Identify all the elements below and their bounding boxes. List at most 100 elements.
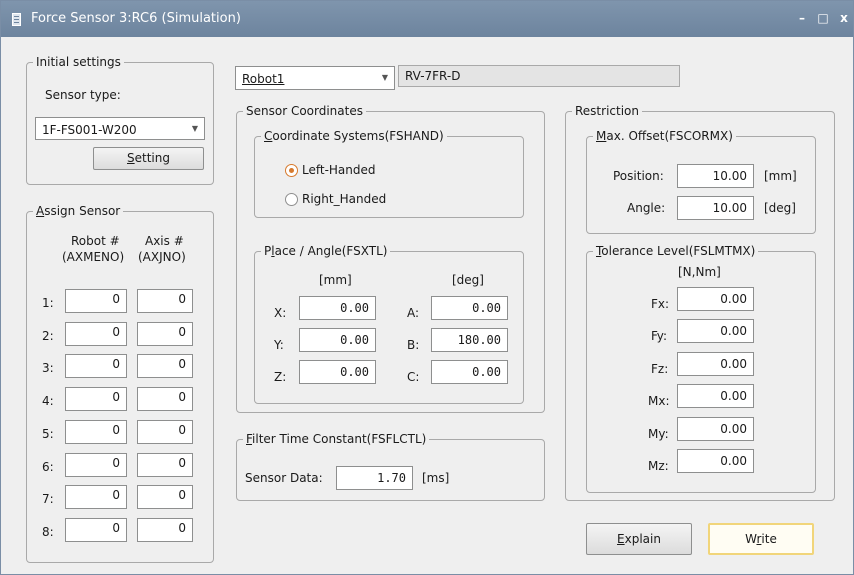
c-input[interactable]: 0.00 [431,360,508,384]
coordinate-systems-legend: Coordinate Systems(FSHAND) [264,129,444,143]
explain-label: xplain [624,532,661,546]
robot-select-value: Robot1 [242,72,285,86]
z-label: Z: [274,370,287,384]
tolerance-unit: [N,Nm] [678,265,721,279]
sensor-coordinates-legend: Sensor Coordinates [246,104,363,118]
sensor-data-unit: [ms] [422,471,450,485]
c-label: C: [407,370,420,384]
robot-number-input[interactable]: 0 [65,485,127,510]
chevron-down-icon: ▼ [191,124,198,133]
maximize-button[interactable]: □ [814,9,832,27]
assign-sensor-legend: Assign Sensor [36,204,121,218]
force-sensor-window: Force Sensor 3:RC6 (Simulation) – □ x In… [0,0,854,575]
place-unit-mm: [mm] [319,273,352,287]
restriction-legend: Restriction [575,104,639,118]
fx-label: Fx: [651,297,670,311]
axis-col-subheader: (AXJNO) [138,250,186,264]
max-offset-legend: Max. Offset(FSCORMX) [596,129,733,143]
axis-number-input[interactable]: 0 [137,452,193,477]
fy-input[interactable]: 0.00 [677,319,754,343]
robot-select[interactable]: Robot1 ▼ [235,66,395,90]
axis-col-header: Axis # [145,234,184,248]
fz-label: Fz: [651,362,669,376]
a-input[interactable]: 0.00 [431,296,508,320]
left-handed-radio[interactable] [285,164,298,177]
close-button[interactable]: x [835,9,853,27]
angle-input[interactable]: 10.00 [677,196,754,220]
robot-number-input[interactable]: 0 [65,289,127,313]
row-label: 3: [42,361,54,376]
mz-label: Mz: [648,459,669,473]
z-input[interactable]: 0.00 [299,360,376,384]
chevron-down-icon: ▼ [381,73,388,82]
b-input[interactable]: 180.00 [431,328,508,352]
place-angle-legend: Place / Angle(FSXTL) [264,244,388,258]
y-input[interactable]: 0.00 [299,328,376,352]
axis-number-input[interactable]: 0 [137,387,193,412]
robot-number-input[interactable]: 0 [65,354,127,379]
row-label: 1: [42,296,54,310]
angle-label: Angle: [627,201,666,215]
robot-col-header: Robot # [71,234,120,248]
position-label: Position: [613,169,664,183]
axis-number-input[interactable]: 0 [137,485,193,510]
x-label: X: [274,306,287,320]
position-unit: [mm] [764,169,797,183]
mx-label: Mx: [648,394,670,408]
window-icon [12,13,21,26]
setting-button-label: etting [134,151,170,165]
setting-button-mnemonic: S [127,151,135,165]
row-label: 6: [42,459,54,474]
mx-input[interactable]: 0.00 [677,384,754,408]
fy-label: Fy: [651,329,668,343]
y-label: Y: [274,338,284,352]
fz-input[interactable]: 0.00 [677,352,754,376]
write-button[interactable]: Write [708,523,814,555]
axis-number-input[interactable]: 0 [137,517,193,542]
explain-button[interactable]: Explain [586,523,692,555]
tolerance-level-legend: Tolerance Level(FSLMTMX) [596,244,756,258]
my-label: My: [648,427,669,441]
initial-settings-legend: Initial settings [36,55,121,69]
robot-number-input[interactable]: 0 [65,517,127,542]
row-label: 7: [42,492,54,507]
robot-number-input[interactable]: 0 [65,321,127,346]
robot-number-input[interactable]: 0 [65,419,127,444]
row-label: 4: [42,394,54,409]
position-input[interactable]: 10.00 [677,164,754,188]
a-label: A: [407,306,420,320]
sensor-type-label: Sensor type: [45,88,121,102]
axis-number-input[interactable]: 0 [137,354,193,379]
axis-number-input[interactable]: 0 [137,289,193,313]
robot-col-subheader: (AXMENO) [62,250,125,264]
window-title: Force Sensor 3:RC6 (Simulation) [31,11,241,26]
sensor-type-select[interactable]: 1F-FS001-W200 ▼ [35,117,205,140]
robot-number-input[interactable]: 0 [65,452,127,477]
row-label: 2: [42,328,54,343]
setting-button[interactable]: Setting [93,147,204,170]
sensor-data-label: Sensor Data: [245,471,323,485]
angle-unit: [deg] [764,201,796,215]
right-handed-radio[interactable] [285,193,298,206]
write-label: ite [761,532,777,546]
x-input[interactable]: 0.00 [299,296,376,320]
sensor-data-input[interactable]: 1.70 [336,466,413,490]
explain-mnemonic: E [617,532,625,546]
title-bar: Force Sensor 3:RC6 (Simulation) – □ x [1,1,853,37]
robot-number-input[interactable]: 0 [65,387,127,412]
left-handed-label: Left-Handed [302,163,376,177]
axis-number-input[interactable]: 0 [137,321,193,346]
right-handed-label: Right_Handed [302,192,387,206]
row-label: 5: [42,426,54,441]
fx-input[interactable]: 0.00 [677,287,754,311]
minimize-button[interactable]: – [793,9,811,27]
b-label: B: [407,338,420,352]
my-input[interactable]: 0.00 [677,417,754,441]
filter-time-legend: Filter Time Constant(FSFLCTL) [246,432,427,446]
row-label: 8: [42,524,54,539]
mz-input[interactable]: 0.00 [677,449,754,473]
robot-model-field: RV-7FR-D [398,65,680,87]
place-unit-deg: [deg] [452,273,484,287]
axis-number-input[interactable]: 0 [137,419,193,444]
sensor-type-value: 1F-FS001-W200 [42,123,137,137]
